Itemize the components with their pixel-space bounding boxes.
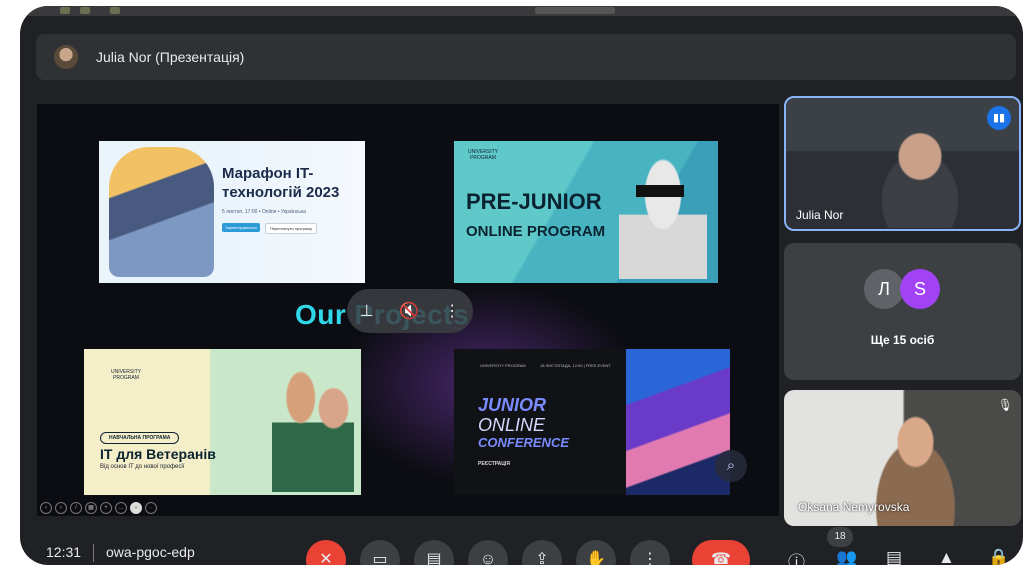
emoji-button[interactable]: ☺ bbox=[468, 540, 508, 565]
card-line-3: CONFERENCE bbox=[478, 435, 570, 450]
card-line-2: ONLINE PROGRAM bbox=[466, 223, 606, 240]
chat-icon[interactable]: ▤ bbox=[886, 548, 902, 565]
mic-off-icon: 🎙 bbox=[997, 398, 1013, 412]
event-header: 18 ЛИСТОПАДА, 12:00 | FREE EVENT bbox=[540, 363, 611, 368]
people-icon[interactable]: 👥 bbox=[836, 548, 857, 565]
participant-tile-julia[interactable]: Julia Nor ▮▮ bbox=[784, 96, 1021, 231]
card-title: IT для Ветеранів bbox=[100, 446, 216, 462]
slide-controls: ‹ › / ▦ + … ● · bbox=[40, 502, 157, 514]
program-pill: НАВЧАЛЬНА ПРОГРАМА bbox=[100, 432, 180, 444]
camera-button[interactable]: ▭ bbox=[360, 540, 400, 565]
pen-icon[interactable]: / bbox=[70, 502, 82, 514]
card-program-button: Переглянути програму bbox=[265, 223, 317, 234]
activities-icon[interactable]: ▲ bbox=[938, 548, 955, 565]
top-strip bbox=[20, 6, 1023, 16]
university-logo: UNIVERSITY PROGRAM bbox=[467, 149, 498, 161]
avatar: Л bbox=[864, 269, 904, 309]
participant-tile-oksana[interactable]: 🎙 Oksana Nemyrovska bbox=[784, 390, 1021, 526]
card-title: Марафон IT-технологій 2023 bbox=[222, 165, 340, 201]
toggle-icon[interactable]: ● bbox=[130, 502, 142, 514]
card-subtitle: 5 листоп. 17:00 • Online • Українська bbox=[222, 209, 306, 215]
card-line-1: JUNIOR bbox=[478, 395, 547, 415]
participant-video bbox=[876, 118, 986, 228]
presenter-title: Julia Nor (Презентація) bbox=[96, 49, 245, 65]
register-label: РЕЄСТРАЦІЯ bbox=[478, 461, 510, 467]
meeting-code: owa-pgoc-edp bbox=[106, 544, 195, 560]
window-title-strip bbox=[535, 7, 615, 14]
info-icon[interactable]: ⓘ bbox=[788, 548, 805, 565]
censor-bar bbox=[636, 185, 684, 197]
card-line-1: PRE-JUNIOR bbox=[466, 189, 602, 214]
card-subtitle: Від основ IT до нової професії bbox=[100, 464, 185, 470]
participant-tile-others[interactable]: Л S Ще 15 осіб bbox=[784, 243, 1021, 380]
tab-thumb bbox=[110, 7, 120, 14]
presentation-overlay-controls: ⊥ 🔇 ⋮ bbox=[347, 289, 473, 333]
participant-name: Julia Nor bbox=[796, 208, 844, 222]
prev-slide-icon[interactable]: ‹ bbox=[40, 502, 52, 514]
slide-card-junior-conference: UNIVERSITY PROGRAM 18 ЛИСТОПАДА, 12:00 |… bbox=[454, 349, 730, 495]
mic-off-button[interactable]: ✕ bbox=[306, 540, 346, 565]
card-line-2: ONLINE bbox=[478, 415, 546, 435]
meet-window: Julia Nor (Презентація) Марафон IT-техно… bbox=[20, 6, 1023, 565]
tab-thumb bbox=[80, 7, 90, 14]
raise-hand-button[interactable]: ✋ bbox=[576, 540, 616, 565]
more-options-button[interactable]: ⋮ bbox=[630, 540, 670, 565]
end-call-button[interactable]: ☎ bbox=[692, 540, 750, 565]
slide-card-veterans: UNIVERSITY PROGRAM НАВЧАЛЬНА ПРОГРАМА IT… bbox=[84, 349, 361, 495]
presenter-avatar bbox=[54, 45, 78, 69]
card-register-button: Зареєструватися bbox=[222, 223, 260, 232]
headphones-portrait-image bbox=[626, 349, 730, 495]
next-slide-icon[interactable]: › bbox=[55, 502, 67, 514]
captions-button[interactable]: ▤ bbox=[414, 540, 454, 565]
presentation-stage[interactable]: Марафон IT-технологій 2023 5 листоп. 17:… bbox=[37, 104, 779, 516]
zoom-icon[interactable]: ⌕ bbox=[715, 450, 747, 482]
divider bbox=[93, 544, 94, 562]
participants-count-badge: 18 bbox=[827, 527, 853, 547]
statue-image bbox=[619, 149, 707, 279]
more-icon[interactable]: · bbox=[145, 502, 157, 514]
mute-audio-icon[interactable]: 🔇 bbox=[399, 301, 419, 321]
jumping-people-image bbox=[109, 147, 214, 277]
people-image bbox=[272, 357, 354, 492]
tab-thumb bbox=[60, 7, 70, 14]
participant-name: Oksana Nemyrovska bbox=[798, 500, 910, 514]
avatar: S bbox=[900, 269, 940, 309]
lock-icon[interactable]: 🔒 bbox=[988, 548, 1009, 565]
unpin-icon[interactable]: ⊥ bbox=[360, 301, 374, 321]
meeting-clock: 12:31 bbox=[46, 544, 82, 560]
meeting-controls-bar: 12:31 owa-pgoc-edp ✕ ▭ ▤ ☺ ⇪ ✋ ⋮ ☎ ⓘ 👥 ▤… bbox=[20, 534, 1023, 565]
university-logo: UNIVERSITY PROGRAM bbox=[110, 369, 141, 381]
zoom-slide-icon[interactable]: + bbox=[100, 502, 112, 514]
subtitles-icon[interactable]: … bbox=[115, 502, 127, 514]
presenter-bar: Julia Nor (Презентація) bbox=[36, 34, 1016, 80]
speaking-indicator-icon: ▮▮ bbox=[987, 106, 1011, 130]
slide-card-marathon: Марафон IT-технологій 2023 5 листоп. 17:… bbox=[99, 141, 365, 283]
university-logo: UNIVERSITY PROGRAM bbox=[480, 363, 526, 368]
more-participants-label: Ще 15 осіб bbox=[870, 333, 935, 347]
grid-icon[interactable]: ▦ bbox=[85, 502, 97, 514]
present-button[interactable]: ⇪ bbox=[522, 540, 562, 565]
more-vert-icon[interactable]: ⋮ bbox=[444, 301, 460, 321]
slide-card-pre-junior: UNIVERSITY PROGRAM PRE-JUNIOR ONLINE PRO… bbox=[454, 141, 718, 283]
